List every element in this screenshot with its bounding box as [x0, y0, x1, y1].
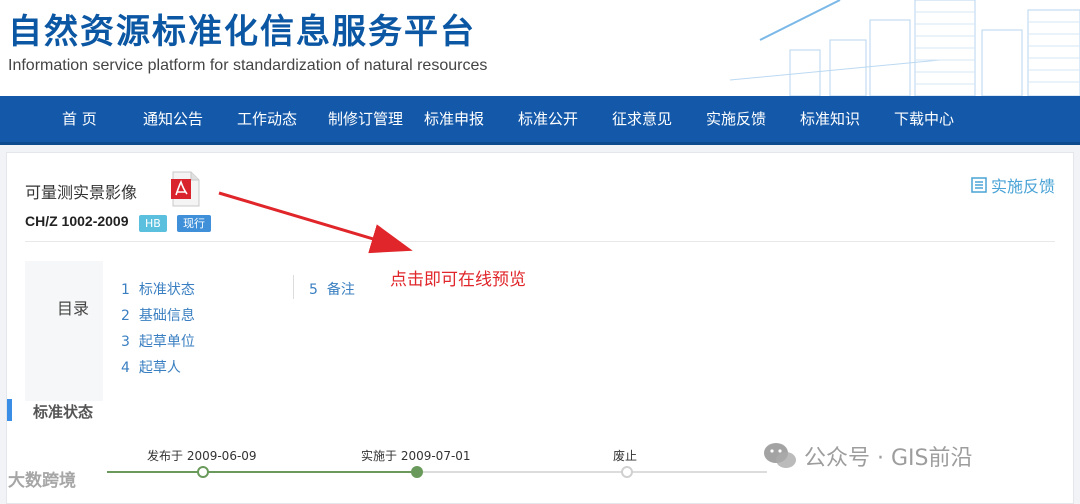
- toc-item-status[interactable]: 1 标准状态: [121, 279, 195, 299]
- feedback-label: 实施反馈: [990, 177, 1055, 196]
- type-badge: HB: [139, 215, 167, 232]
- timeline-dot-abolished: [621, 466, 633, 478]
- nav-item-notices[interactable]: 通知公告: [143, 96, 203, 142]
- timeline-dot-effective: [411, 466, 423, 478]
- toc-separator: [293, 275, 294, 299]
- nav-item-public[interactable]: 标准公开: [518, 96, 578, 142]
- list-icon: [971, 177, 987, 193]
- pdf-icon[interactable]: [169, 171, 201, 207]
- wechat-icon: [764, 443, 796, 468]
- section-title: 标准状态: [33, 403, 94, 421]
- annotation-text: 点击即可在线预览: [390, 270, 526, 290]
- site-header: 自然资源标准化信息服务平台 Information service platfo…: [0, 0, 1080, 96]
- section-marker: [7, 399, 12, 421]
- toc-item-drafting-units[interactable]: 3 起草单位: [121, 331, 195, 351]
- timeline-label-published: 发布于 2009-06-09: [147, 449, 257, 463]
- nav-item-downloads[interactable]: 下载中心: [894, 96, 954, 142]
- nav-item-opinions[interactable]: 征求意见: [612, 96, 672, 142]
- toc-label: 目录: [57, 299, 90, 318]
- timeline-label-effective: 实施于 2009-07-01: [361, 449, 471, 463]
- toc-label-panel: [25, 261, 103, 401]
- toc-item-remarks[interactable]: 5 备注: [309, 279, 355, 299]
- divider: [25, 241, 1055, 242]
- skyline-decoration: [729, 0, 1080, 96]
- nav-item-news[interactable]: 工作动态: [237, 96, 297, 142]
- main-nav: 首 页 通知公告 工作动态 制修订管理 标准申报 标准公开 征求意见 实施反馈 …: [0, 96, 1080, 145]
- toc-item-drafters[interactable]: 4 起草人: [121, 357, 181, 377]
- document-title: 可量测实景影像: [25, 183, 138, 202]
- watermark-right: 公众号 · GIS前沿: [762, 440, 972, 472]
- standard-code: CH/Z 1002-2009: [25, 213, 129, 229]
- nav-item-home[interactable]: 首 页: [62, 96, 97, 142]
- nav-item-feedback[interactable]: 实施反馈: [706, 96, 766, 142]
- nav-item-knowledge[interactable]: 标准知识: [800, 96, 860, 142]
- site-subtitle: Information service platform for standar…: [8, 57, 488, 74]
- timeline-label-abolished: 废止: [613, 449, 638, 463]
- status-badge: 现行: [177, 215, 211, 232]
- feedback-link[interactable]: 实施反馈: [971, 173, 1055, 197]
- table-of-contents: 目录 1 标准状态 2 基础信息 3 起草单位 4 起草人 5 备注: [25, 261, 445, 401]
- site-title: 自然资源标准化信息服务平台: [8, 12, 476, 52]
- nav-item-revision[interactable]: 制修订管理: [328, 96, 403, 142]
- toc-item-basic-info[interactable]: 2 基础信息: [121, 305, 195, 325]
- nav-item-declaration[interactable]: 标准申报: [424, 96, 484, 142]
- timeline-dot-published: [197, 466, 209, 478]
- watermark-left: 大数跨境: [8, 471, 76, 491]
